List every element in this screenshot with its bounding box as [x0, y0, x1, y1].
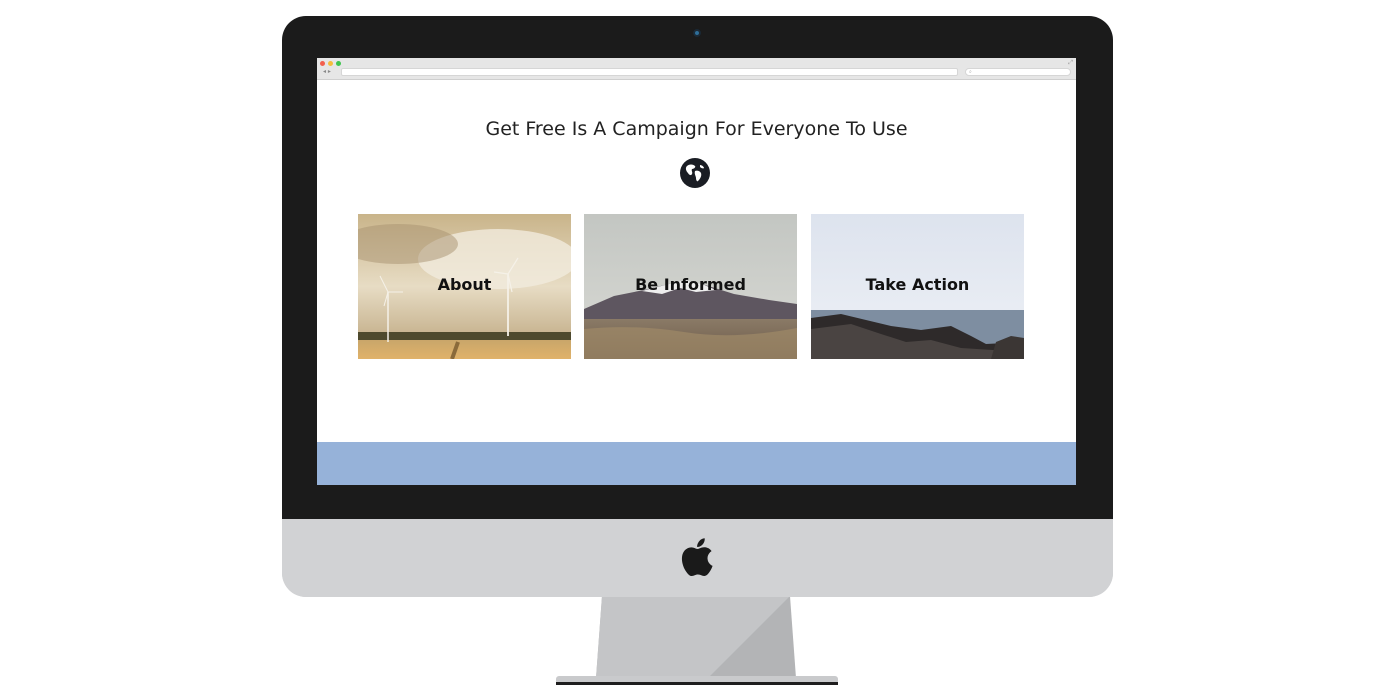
- close-window-icon[interactable]: [320, 61, 325, 66]
- search-icon: ⌕: [969, 69, 972, 75]
- apple-logo-icon: [681, 538, 713, 577]
- monitor-chin: [282, 519, 1113, 597]
- address-bar[interactable]: [341, 68, 958, 76]
- screen-bezel: ◂ ▸ ⌕ ⤢ Get Free Is A Campaign For Every…: [282, 16, 1113, 519]
- card-be-informed[interactable]: Be Informed: [584, 214, 797, 359]
- card-take-action[interactable]: Take Action: [811, 214, 1024, 359]
- browser-search-input[interactable]: ⌕: [965, 68, 1071, 76]
- camera-icon: [693, 29, 701, 37]
- card-take-action-label: Take Action: [865, 275, 970, 294]
- fullscreen-icon[interactable]: ⤢: [1068, 59, 1073, 66]
- card-about-label: About: [437, 275, 492, 294]
- globe-icon: [680, 158, 710, 188]
- browser-toolbar: ◂ ▸ ⌕ ⤢: [317, 58, 1076, 80]
- minimize-window-icon[interactable]: [328, 61, 333, 66]
- imac-monitor: ◂ ▸ ⌕ ⤢ Get Free Is A Campaign For Every…: [282, 16, 1113, 597]
- footer-band: [317, 442, 1076, 485]
- back-forward-icon[interactable]: ◂ ▸: [323, 68, 331, 76]
- card-about[interactable]: About: [358, 214, 571, 359]
- card-be-informed-label: Be Informed: [635, 275, 746, 294]
- browser-screen: ◂ ▸ ⌕ ⤢ Get Free Is A Campaign For Every…: [317, 58, 1076, 485]
- page-headline: Get Free Is A Campaign For Everyone To U…: [485, 118, 908, 140]
- maximize-window-icon[interactable]: [336, 61, 341, 66]
